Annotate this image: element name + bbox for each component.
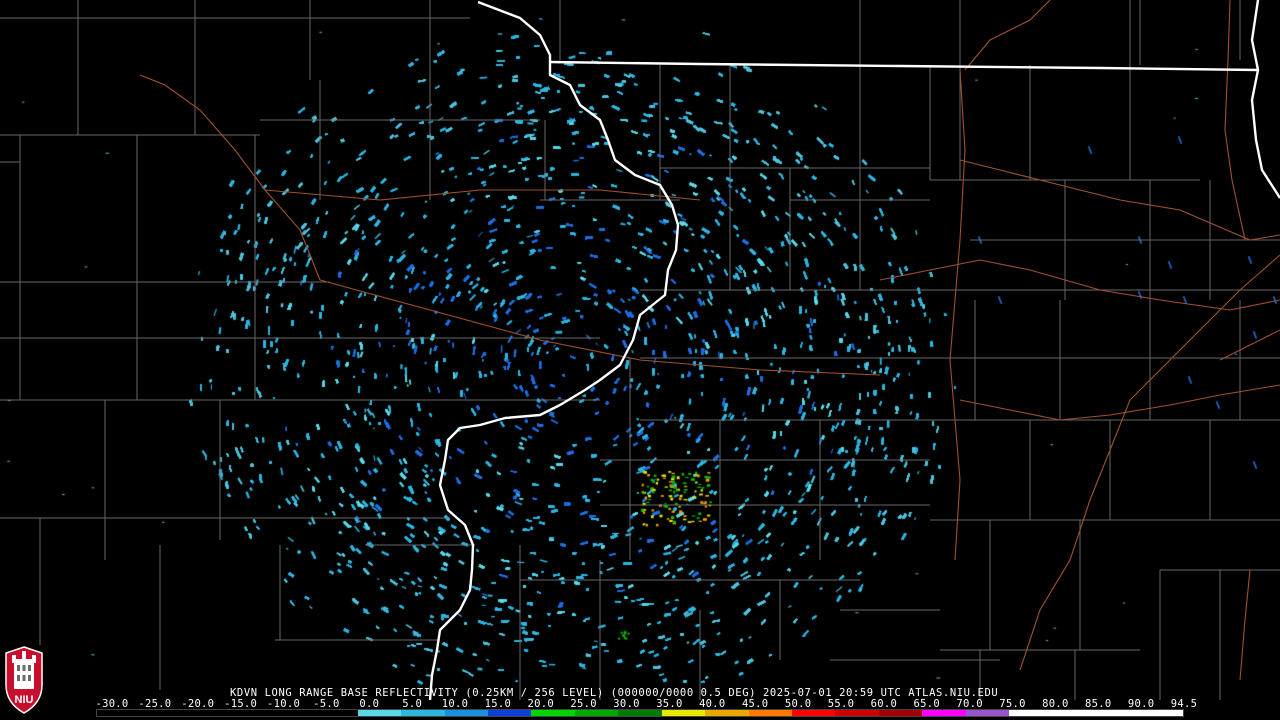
- state-border: [428, 0, 680, 701]
- highway: [1219, 329, 1280, 361]
- colorbar-cell: [748, 710, 792, 716]
- highway: [959, 159, 1280, 241]
- colorbar-cell: [965, 710, 1010, 716]
- colorbar-cell: [1096, 710, 1140, 716]
- highway: [1239, 569, 1251, 681]
- colorbar-cell: [227, 710, 271, 716]
- colorbar-cell: [878, 710, 923, 716]
- colorbar-cell: [705, 710, 749, 716]
- colorbar-cell: [270, 710, 315, 716]
- colorbar-cell: [1139, 710, 1183, 716]
- county-boundaries: [0, 0, 1280, 700]
- colorbar-cell: [1009, 710, 1053, 716]
- colorbar-cell: [661, 710, 706, 716]
- reflectivity-colorbar: [96, 709, 1184, 717]
- map-overlay: [0, 0, 1280, 701]
- colorbar-cell: [1052, 710, 1097, 716]
- colorbar-cell: [357, 710, 402, 716]
- highway: [264, 189, 701, 201]
- colorbar-cell: [401, 710, 445, 716]
- highway: [959, 384, 1280, 421]
- colorbar-cell: [792, 710, 836, 716]
- state-border: [1250, 0, 1280, 199]
- colorbar-cell: [618, 710, 662, 716]
- colorbar-cell: [97, 710, 141, 716]
- highway: [1224, 0, 1246, 241]
- interstate-highways: [139, 0, 1280, 681]
- state-borders: [428, 0, 1280, 701]
- colorbar-cell: [922, 710, 966, 716]
- colorbar-cell: [140, 710, 184, 716]
- radar-display: NIU KDVN LONG RANGE BASE REFLECTIVITY (0…: [0, 0, 1280, 720]
- radar-site-marker: [561, 358, 575, 372]
- highway: [964, 0, 1051, 71]
- colorbar-cell: [183, 710, 228, 716]
- highway: [139, 74, 321, 281]
- state-border: [549, 60, 1259, 72]
- colorbar-cell: [487, 710, 532, 716]
- colorbar-cell: [531, 710, 575, 716]
- colorbar-cell: [314, 710, 358, 716]
- highway: [949, 69, 966, 561]
- colorbar-cell: [574, 710, 619, 716]
- highway: [319, 279, 881, 376]
- highway: [879, 259, 1280, 311]
- colorbar-cell: [444, 710, 488, 716]
- colorbar-cell: [835, 710, 879, 716]
